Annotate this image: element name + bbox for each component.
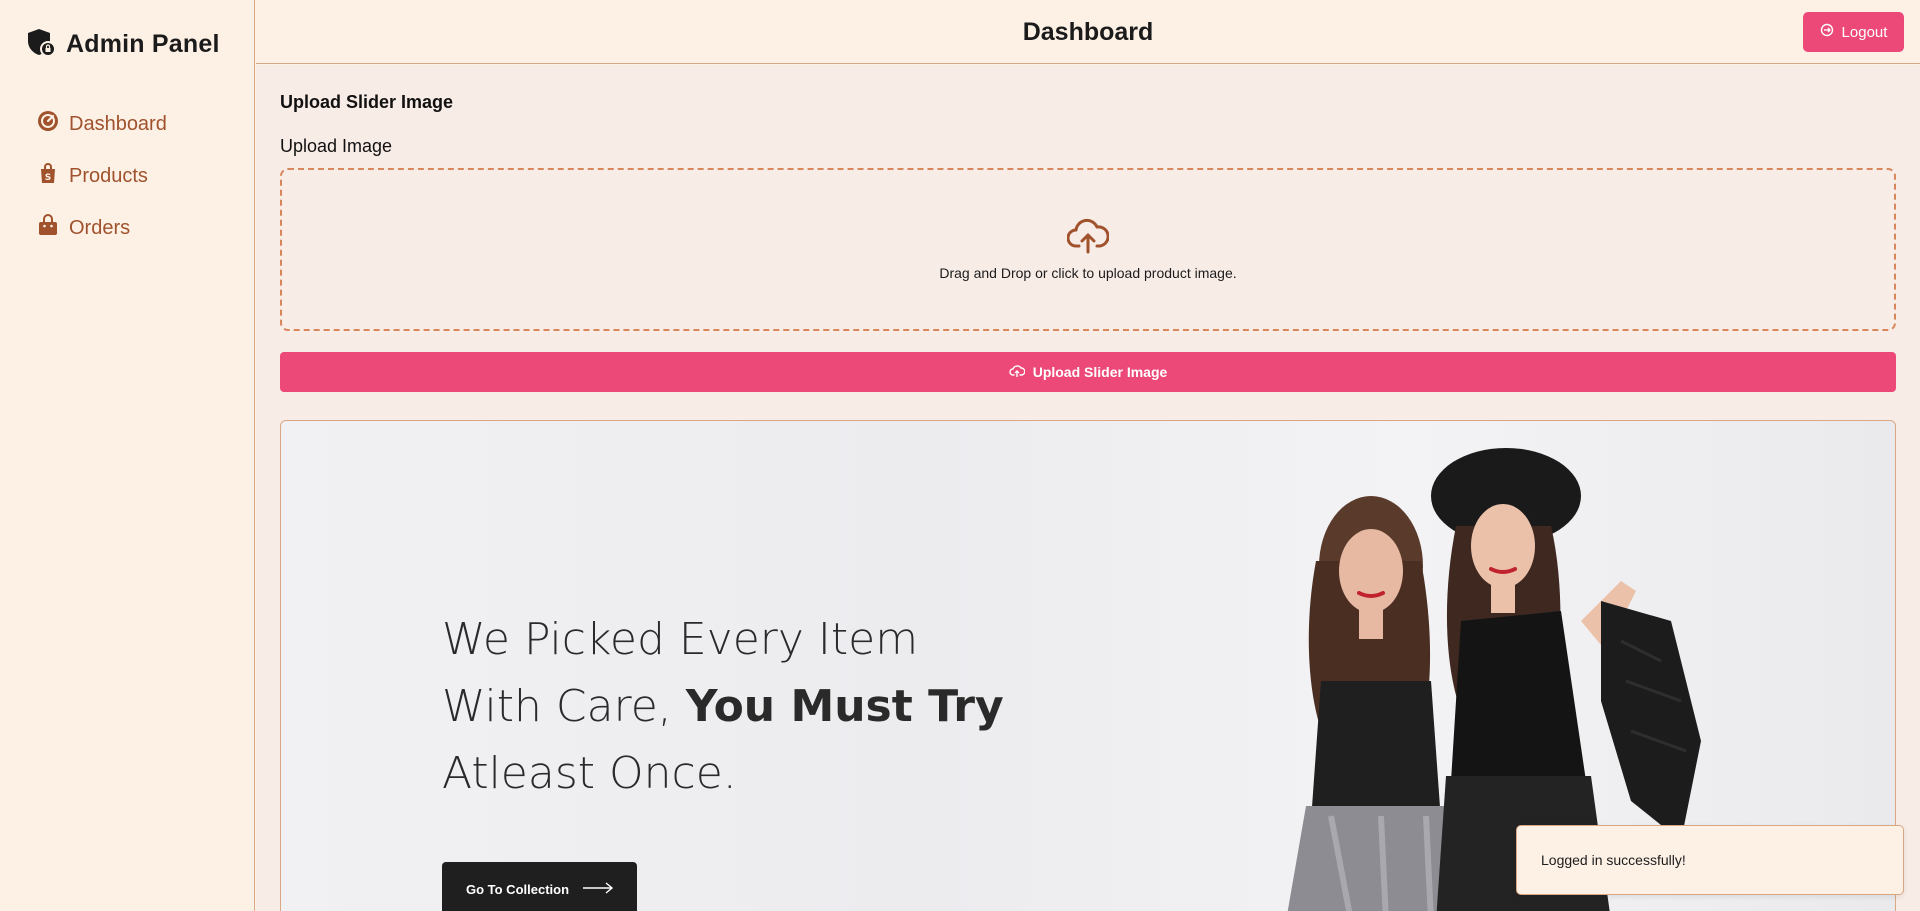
hero-line-1: We Picked Every Item <box>442 614 919 665</box>
hero-line-2-regular: With Care, <box>442 681 686 732</box>
top-header: Dashboard Logout <box>256 0 1920 64</box>
sidebar: Admin Panel Dashboard S Products Orders <box>0 0 255 911</box>
arrow-right-icon <box>583 881 614 897</box>
cloud-upload-icon <box>1009 364 1026 381</box>
brand-title: Admin Panel <box>66 30 220 58</box>
sidebar-nav: Dashboard S Products Orders <box>37 98 167 254</box>
upload-image-label: Upload Image <box>280 136 393 156</box>
sidebar-item-label: Orders <box>69 216 131 239</box>
upload-slider-label: Upload Slider Image <box>1032 364 1168 380</box>
main-content: Upload Slider Image Upload Image Drag an… <box>256 65 1920 911</box>
sidebar-item-orders[interactable]: Orders <box>37 202 167 254</box>
collection-label: Go To Collection <box>465 881 570 897</box>
hero-line-3: Atleast Once. <box>442 748 737 799</box>
shopping-bag-icon: S <box>37 162 59 190</box>
sidebar-item-label: Products <box>69 164 148 187</box>
upload-slider-button[interactable]: Upload Slider Image <box>280 352 1896 392</box>
sidebar-item-products[interactable]: S Products <box>37 150 167 202</box>
logout-button[interactable]: Logout <box>1803 12 1904 52</box>
toast-notification[interactable]: Logged in successfully! <box>1516 825 1904 895</box>
speedometer-icon <box>37 110 59 138</box>
svg-text:S: S <box>45 173 51 183</box>
cloud-upload-icon <box>1066 218 1110 259</box>
hero-line-2: With Care, You Must Try <box>442 673 1004 740</box>
brand: Admin Panel <box>26 27 220 62</box>
shopping-basket-icon <box>37 214 59 242</box>
section-title: Upload Slider Image <box>280 92 454 112</box>
sidebar-item-dashboard[interactable]: Dashboard <box>37 98 167 150</box>
sidebar-item-label: Dashboard <box>69 112 167 135</box>
logout-icon <box>1820 23 1834 41</box>
page-title: Dashboard <box>1022 18 1154 46</box>
hero-line-2-bold: You Must Try <box>685 681 1004 732</box>
hero-heading: We Picked Every Item With Care, You Must… <box>442 606 1004 807</box>
toast-message: Logged in successfully! <box>1541 852 1686 868</box>
go-to-collection-button[interactable]: Go To Collection <box>442 862 637 911</box>
image-dropzone[interactable]: Drag and Drop or click to upload product… <box>280 168 1896 331</box>
shield-lock-icon <box>26 27 56 62</box>
dropzone-text: Drag and Drop or click to upload product… <box>939 265 1237 281</box>
logout-label: Logout <box>1841 23 1888 41</box>
